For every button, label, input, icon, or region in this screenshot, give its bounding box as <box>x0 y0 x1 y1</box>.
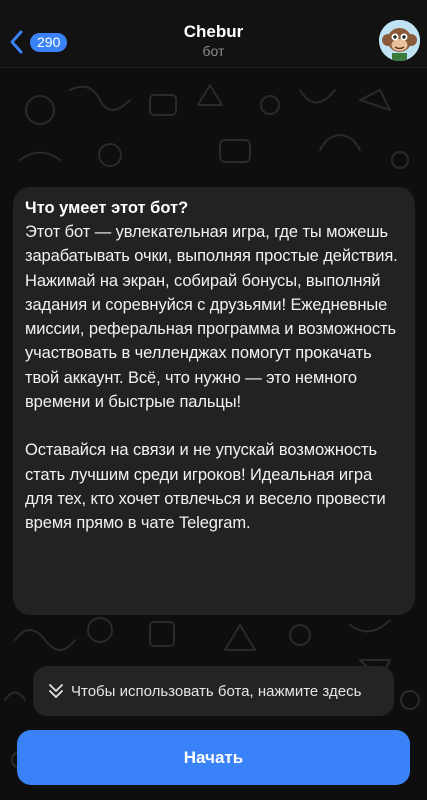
chat-title-block[interactable]: Chebur бот <box>0 22 427 60</box>
chat-subtitle: бот <box>202 43 225 59</box>
double-chevron-down-icon <box>49 684 63 698</box>
bot-description-heading: Что умеет этот бот? <box>25 199 189 217</box>
bot-description-paragraph: Этот бот — увлекательная игра, где ты мо… <box>25 223 398 412</box>
use-bot-hint-text: Чтобы использовать бота, нажмите здесь <box>71 682 362 700</box>
start-button[interactable]: Начать <box>17 730 410 785</box>
bot-description-message: Что умеет этот бот? Этот бот — увлекател… <box>13 187 415 615</box>
bot-description-paragraph: Оставайся на связи и не упускай возможно… <box>25 441 386 533</box>
chat-header: 290 Chebur бот <box>0 0 427 68</box>
start-button-label: Начать <box>183 747 244 767</box>
monkey-avatar-icon <box>379 20 420 61</box>
avatar[interactable] <box>379 20 420 61</box>
chat-title: Chebur <box>183 22 244 41</box>
use-bot-hint[interactable]: Чтобы использовать бота, нажмите здесь <box>33 666 394 716</box>
